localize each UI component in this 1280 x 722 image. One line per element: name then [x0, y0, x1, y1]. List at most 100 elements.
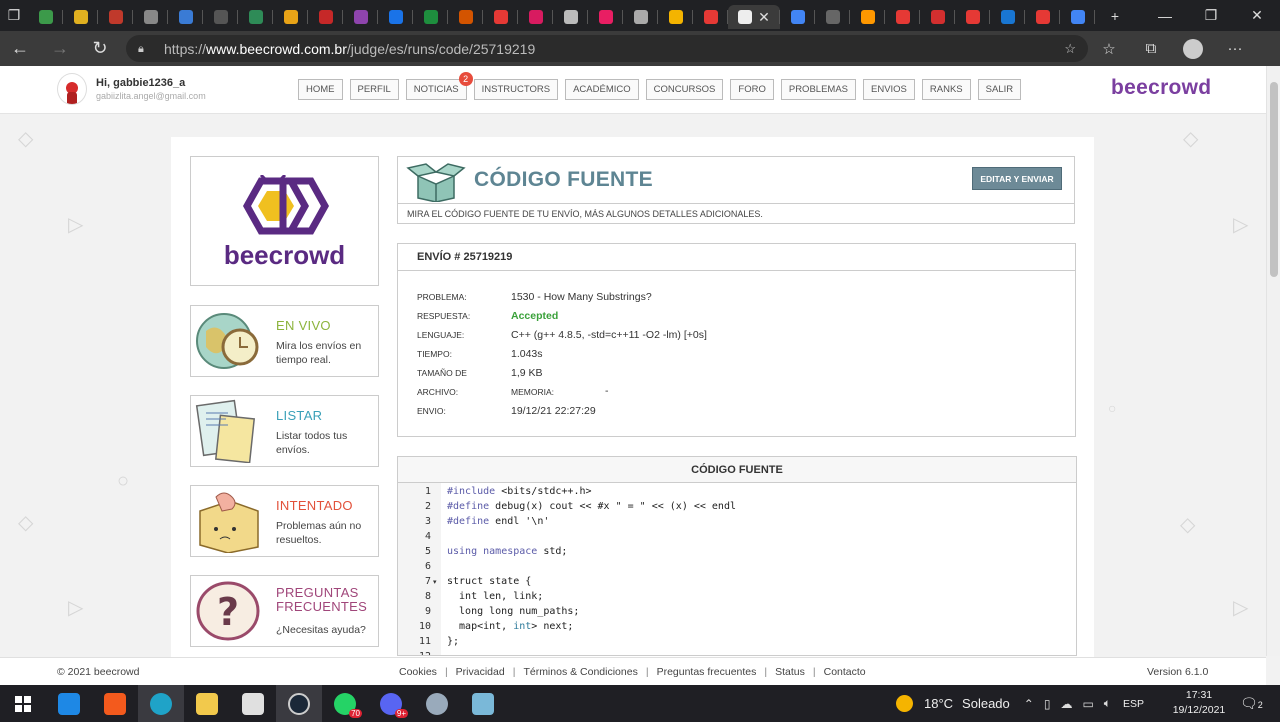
footer-separator: | [812, 666, 816, 678]
sidebar-card-preguntas-frecuentes[interactable]: ? PREGUNTAS FRECUENTES ¿Necesitas ayuda? [190, 575, 379, 647]
collections-icon[interactable]: ⧉ [1130, 31, 1172, 66]
browser-tab[interactable] [658, 5, 693, 29]
browser-tab[interactable] [955, 5, 990, 29]
tab-actions-icon[interactable]: ❐ [0, 0, 28, 31]
browser-tab[interactable] [483, 5, 518, 29]
footer-link-t-rminos-condiciones[interactable]: Términos & Condiciones [523, 666, 637, 678]
weather-temp[interactable]: 18°C [924, 696, 953, 711]
active-tab[interactable]: ✕ [728, 5, 780, 29]
menu-icon[interactable]: ··· [1214, 31, 1256, 66]
nav-foro-button[interactable]: FORO [730, 79, 774, 100]
browser-tab[interactable] [693, 5, 728, 29]
nav-perfil-button[interactable]: PERFIL [349, 79, 399, 100]
footer-link-cookies[interactable]: Cookies [399, 666, 437, 678]
discord-icon[interactable]: 9+ [368, 685, 414, 722]
browser-tab[interactable] [1060, 5, 1095, 29]
browser-tab[interactable] [448, 5, 483, 29]
browser-tab[interactable] [920, 5, 955, 29]
browser-tab[interactable] [623, 5, 658, 29]
edit-and-send-button[interactable]: EDITAR Y ENVIAR [972, 167, 1062, 190]
nav-envios-button[interactable]: ENVIOS [863, 79, 915, 100]
brave-icon[interactable] [92, 685, 138, 722]
network-icon[interactable]: ▭ [1082, 697, 1093, 711]
problem-value[interactable]: 1530 - How Many Substrings? [511, 291, 652, 303]
edge-icon[interactable] [138, 685, 184, 722]
file-explorer-icon[interactable] [184, 685, 230, 722]
nav-ranks-button[interactable]: RANKS [921, 79, 971, 100]
taskbar: 70 9+ 18°C Soleado ⌃ ▯ ☁ ▭ 🔈︎ ESP 17:31 … [0, 685, 1280, 722]
nav-acad-mico-button[interactable]: ACADÉMICO [565, 79, 639, 100]
footer-link-status[interactable]: Status [775, 666, 805, 678]
browser-tab[interactable] [378, 5, 413, 29]
browser-tab[interactable] [815, 5, 850, 29]
browser-tab[interactable] [413, 5, 448, 29]
scrollbar-thumb[interactable] [1270, 82, 1278, 277]
paint-icon[interactable] [414, 685, 460, 722]
browser-tab[interactable] [28, 5, 63, 29]
browser-tab[interactable] [1025, 5, 1060, 29]
nav-salir-button[interactable]: SALIR [977, 79, 1022, 100]
weather-text[interactable]: Soleado [962, 696, 1010, 711]
forward-icon[interactable]: → [40, 31, 80, 66]
browser-tab[interactable] [238, 5, 273, 29]
browser-tab[interactable] [63, 5, 98, 29]
whatsapp-icon[interactable]: 70 [322, 685, 368, 722]
mail-icon[interactable] [46, 685, 92, 722]
brand-logo[interactable]: beecrowd [1111, 76, 1211, 100]
device-icon[interactable]: ▯ [1044, 697, 1051, 711]
browser-tab[interactable] [518, 5, 553, 29]
browser-tab[interactable] [133, 5, 168, 29]
footer-link-privacidad[interactable]: Privacidad [456, 666, 505, 678]
close-window-icon[interactable]: ✕ [1234, 0, 1280, 31]
start-icon[interactable] [0, 685, 46, 722]
nav-instructors-button[interactable]: INSTRUCTORS [473, 79, 559, 100]
add-favorite-icon[interactable]: ☆ [1064, 41, 1076, 57]
browser-tab[interactable] [553, 5, 588, 29]
browser-tab[interactable] [990, 5, 1025, 29]
sidebar-logo-box[interactable]: beecrowd [190, 156, 379, 286]
favorites-icon[interactable]: ☆ [1088, 31, 1130, 66]
notification-icon[interactable]: 🗨︎2 [1240, 695, 1263, 712]
store-icon[interactable] [230, 685, 276, 722]
browser-tab[interactable] [203, 5, 238, 29]
browser-tab[interactable] [850, 5, 885, 29]
tab-favicon-icon [458, 10, 473, 24]
chevron-up-icon[interactable]: ⌃ [1024, 697, 1034, 711]
browser-tab[interactable] [343, 5, 378, 29]
notepad-icon[interactable] [460, 685, 506, 722]
nav-concursos-button[interactable]: CONCURSOS [645, 79, 724, 100]
cloud-icon[interactable]: ☁ [1060, 697, 1072, 711]
minimize-icon[interactable]: — [1142, 0, 1188, 31]
sidebar-card-intentado[interactable]: INTENTADO Problemas aún no resueltos. [190, 485, 379, 557]
close-tab-icon[interactable]: ✕ [758, 9, 770, 26]
clock[interactable]: 17:31 19/12/2021 [1167, 688, 1231, 718]
page-scrollbar[interactable] [1266, 66, 1280, 656]
code-viewer[interactable]: CÓDIGO FUENTE 1234567▾89101112 #include … [397, 456, 1077, 656]
fold-toggle-icon[interactable]: ▾ [433, 578, 437, 586]
language-indicator[interactable]: ESP [1123, 698, 1144, 710]
url-field[interactable]: 🔒︎ https://www.beecrowd.com.br/judge/es/… [126, 35, 1088, 62]
nav-problemas-button[interactable]: PROBLEMAS [780, 79, 856, 100]
sidebar-card-en-vivo[interactable]: EN VIVO Mira los envíos en tiempo real. [190, 305, 379, 377]
volume-icon[interactable]: 🔈︎ [1104, 696, 1111, 711]
avatar[interactable] [57, 73, 87, 105]
footer-link-contacto[interactable]: Contacto [824, 666, 866, 678]
profile-icon[interactable] [1172, 31, 1214, 66]
browser-tab[interactable] [168, 5, 203, 29]
reload-icon[interactable]: ↻ [80, 31, 120, 66]
browser-tab[interactable] [885, 5, 920, 29]
browser-tab[interactable] [308, 5, 343, 29]
nav-noticias-button[interactable]: NOTICIAS 2 [405, 72, 473, 100]
browser-tab[interactable] [780, 5, 815, 29]
sidebar-card-listar[interactable]: LISTAR Listar todos tus envíos. [190, 395, 379, 467]
tab-favicon-icon [493, 10, 508, 24]
steam-icon[interactable] [276, 685, 322, 722]
nav-home-button[interactable]: HOME [298, 79, 343, 100]
new-tab-icon[interactable]: + [1101, 0, 1129, 31]
browser-tab[interactable] [588, 5, 623, 29]
maximize-icon[interactable]: ❐ [1188, 0, 1234, 31]
footer-link-preguntas-frecuentes[interactable]: Preguntas frecuentes [657, 666, 757, 678]
browser-tab[interactable] [98, 5, 133, 29]
back-icon[interactable]: ← [0, 31, 40, 66]
browser-tab[interactable] [273, 5, 308, 29]
